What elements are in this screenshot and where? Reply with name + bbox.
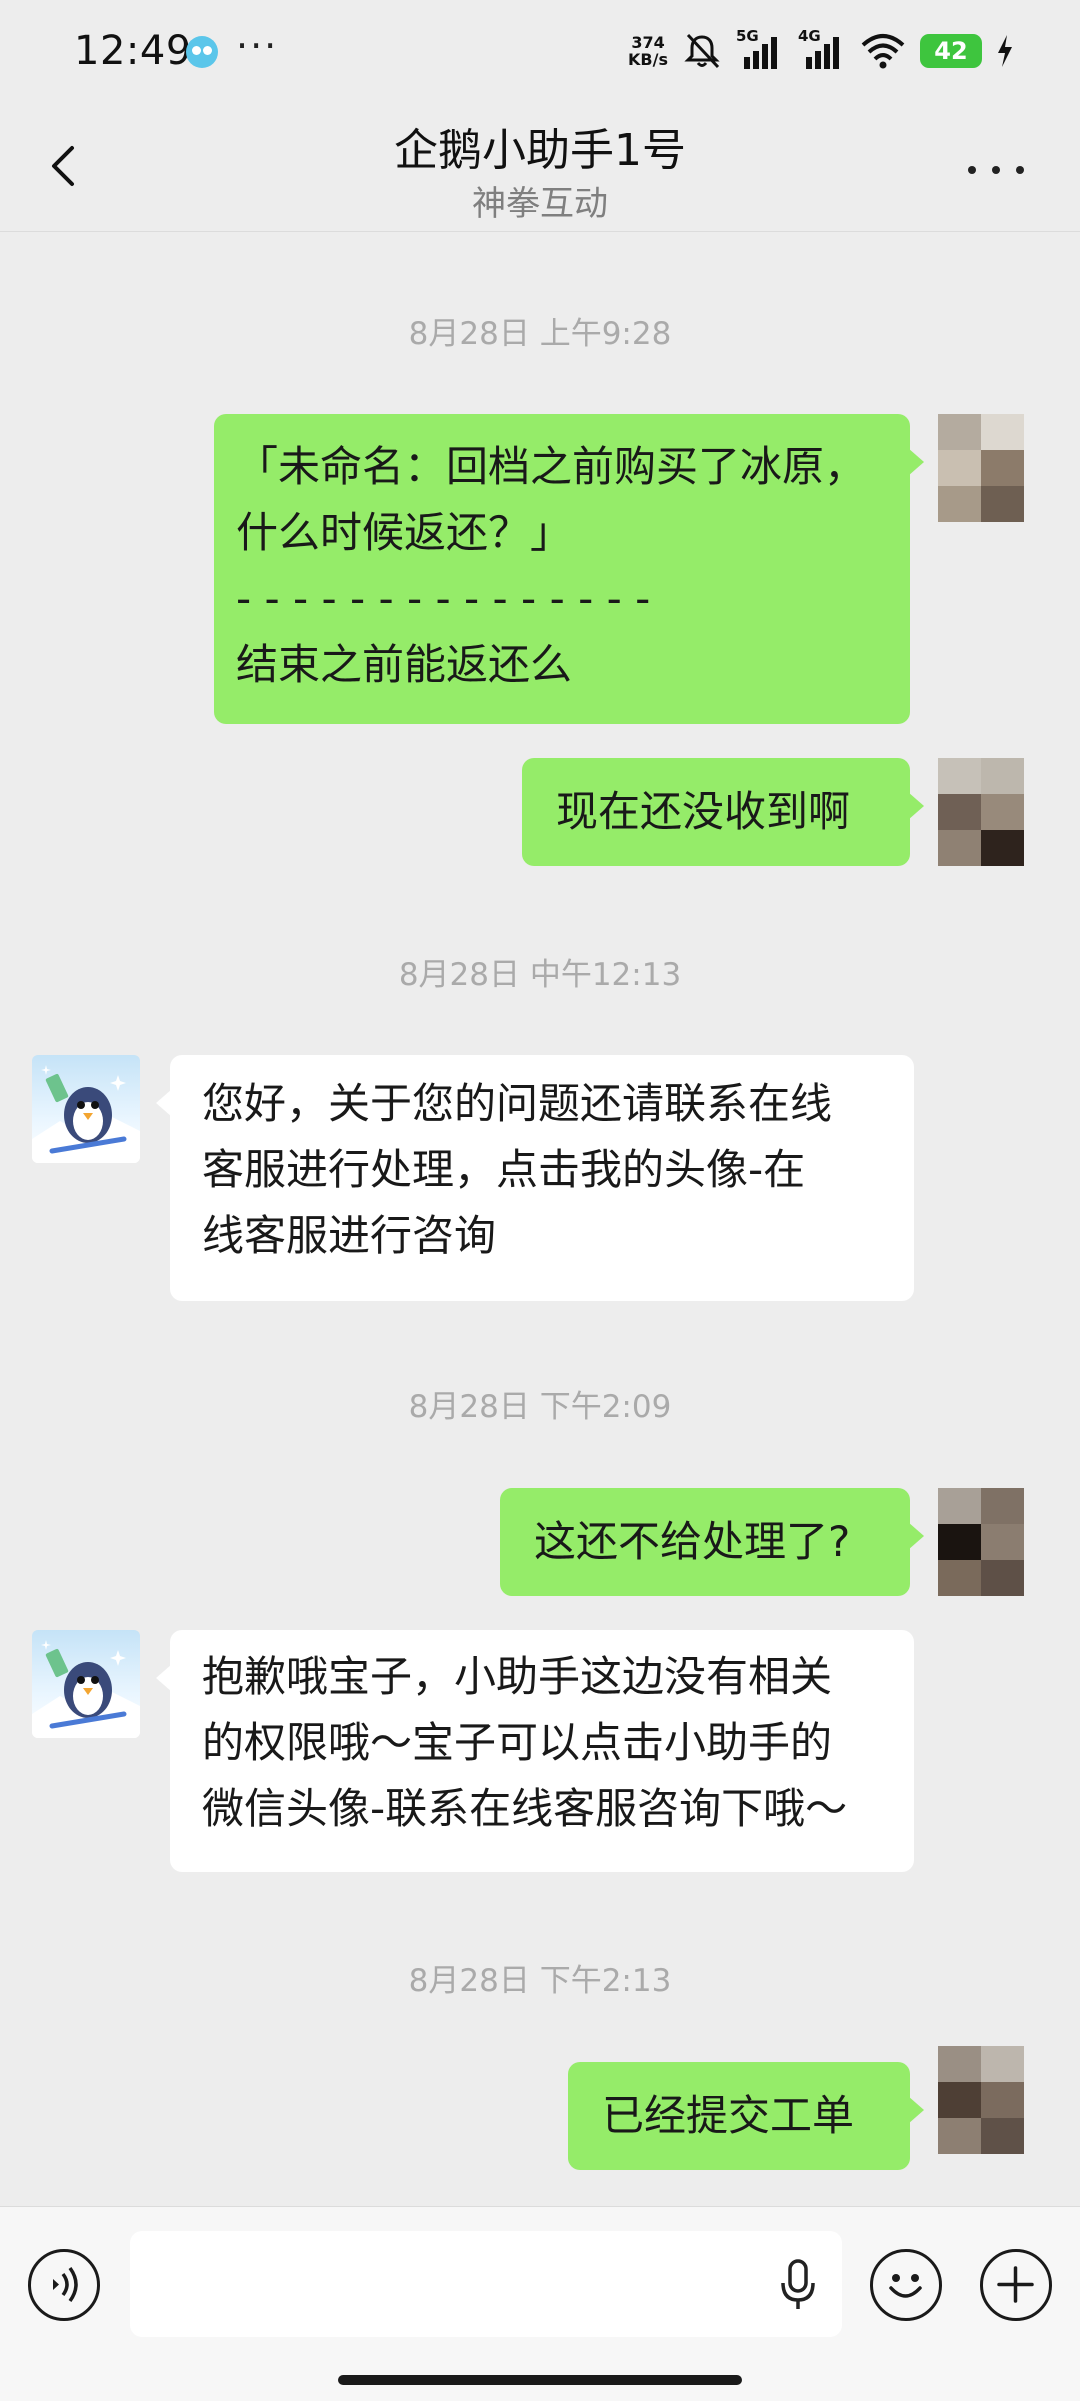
message-text-line: - - - - - - - - - - - - - - -	[236, 574, 651, 623]
chat-header: 企鹅小助手1号 神拳互动	[0, 100, 1080, 232]
dot-icon	[1016, 166, 1024, 174]
plus-icon	[997, 2266, 1034, 2303]
chat-screen: 12:49 ··· 374 KB/s 5G 4G 42 企鹅小助手1号 神拳互动…	[0, 0, 1080, 2401]
emoji-icon	[889, 2274, 922, 2298]
message-timestamp: 8月28日 下午2:13	[408, 1963, 672, 1999]
app-notification-icon	[186, 36, 218, 68]
my-avatar[interactable]	[938, 2046, 1024, 2154]
signal-4g-label: 4G	[798, 27, 821, 45]
my-avatar[interactable]	[938, 1488, 1024, 1596]
chat-subtitle: 神拳互动	[472, 184, 608, 224]
penguin-skier-avatar-icon	[32, 1640, 140, 1738]
outgoing-message-bubble[interactable]: 已经提交工单	[568, 2062, 924, 2170]
signal-5g-icon: 5G	[736, 27, 784, 71]
status-bar: 12:49 ··· 374 KB/s 5G 4G 42	[0, 0, 1080, 100]
message-text-line: 已经提交工单	[602, 2091, 855, 2140]
signal-5g-label: 5G	[736, 27, 759, 45]
dot-icon	[992, 166, 1000, 174]
incoming-message-bubble[interactable]: 抱歉哦宝子，小助手这边没有相关 的权限哦～宝子可以点击小助手的 微信头像-联系在…	[156, 1630, 914, 1872]
microphone-icon[interactable]	[778, 2257, 818, 2313]
message-input[interactable]	[130, 2231, 842, 2337]
network-speed-value: 374	[631, 33, 665, 52]
voice-mode-icon	[53, 2266, 78, 2303]
more-functions-button[interactable]	[980, 2249, 1052, 2321]
input-bar	[0, 2206, 1080, 2401]
dot-icon	[968, 166, 976, 174]
bot-avatar[interactable]	[32, 1630, 140, 1738]
outgoing-message-bubble[interactable]: 「未命名：回档之前购买了冰原， 什么时候返还？」 - - - - - - - -…	[214, 414, 924, 724]
mute-bell-icon	[684, 33, 720, 69]
message-text-line: 现在还没收到啊	[556, 787, 851, 836]
penguin-skier-avatar-icon	[32, 1065, 140, 1163]
message-text-line: 微信头像-联系在线客服咨询下哦～	[202, 1784, 848, 1833]
more-options-button[interactable]	[956, 150, 1036, 190]
bot-avatar[interactable]	[32, 1055, 140, 1163]
wifi-icon	[861, 34, 905, 69]
message-timestamp: 8月28日 下午2:09	[408, 1389, 672, 1425]
message-text-line: 您好，关于您的问题还请联系在线	[202, 1079, 833, 1128]
message-text-line: 什么时候返还？」	[236, 508, 573, 557]
message-text-line: 的权限哦～宝子可以点击小助手的	[202, 1718, 833, 1767]
my-avatar[interactable]	[938, 758, 1024, 866]
battery-indicator: 42	[920, 34, 982, 68]
message-timestamp: 8月28日 上午9:28	[408, 316, 672, 352]
my-avatar[interactable]	[938, 414, 1024, 522]
message-text-line: 线客服进行咨询	[202, 1211, 497, 1260]
message-text-line: 客服进行处理，点击我的头像-在	[202, 1145, 806, 1194]
emoji-button[interactable]	[870, 2249, 942, 2321]
outgoing-message-bubble[interactable]: 现在还没收到啊	[522, 758, 924, 866]
message-text-line: 这还不给处理了?	[534, 1517, 851, 1566]
home-indicator[interactable]	[338, 2375, 742, 2385]
incoming-message-bubble[interactable]: 您好，关于您的问题还请联系在线 客服进行处理，点击我的头像-在 线客服进行咨询	[156, 1055, 914, 1301]
network-speed-unit: KB/s	[628, 50, 668, 69]
status-time: 12:49	[74, 28, 192, 74]
voice-mode-button[interactable]	[28, 2249, 100, 2321]
chat-title: 企鹅小助手1号	[394, 125, 686, 176]
signal-4g-icon: 4G	[798, 27, 846, 71]
message-text-line: 抱歉哦宝子，小助手这边没有相关	[202, 1652, 833, 1701]
charging-icon	[998, 35, 1012, 67]
more-notifications-icon: ···	[236, 24, 279, 68]
message-text-line: 结束之前能返还么	[236, 640, 573, 689]
message-text-line: 「未命名：回档之前购买了冰原，	[236, 442, 867, 491]
message-timestamp: 8月28日 中午12:13	[398, 957, 682, 993]
outgoing-message-bubble[interactable]: 这还不给处理了?	[500, 1488, 924, 1596]
network-speed: 374 KB/s	[628, 34, 668, 68]
status-indicators: 374 KB/s 5G 4G 42	[628, 26, 1014, 76]
